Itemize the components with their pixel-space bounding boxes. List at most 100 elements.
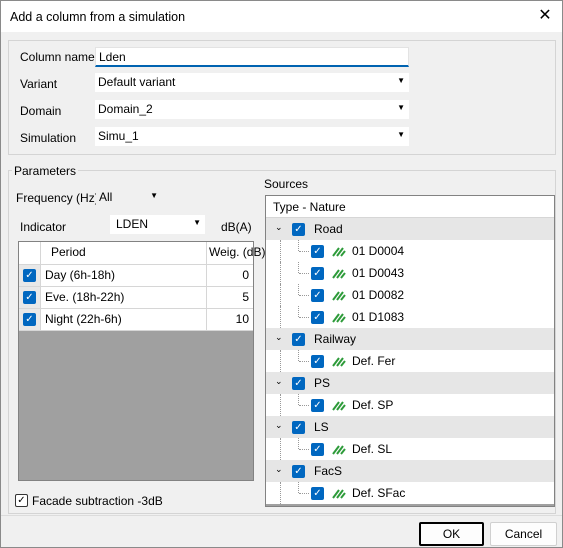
column-name-label: Column name xyxy=(20,50,95,64)
tree-leaf[interactable]: ✓ 01 D0043 xyxy=(266,262,554,284)
chevron-down-icon[interactable]: ⌄ xyxy=(275,464,283,475)
sources-tree[interactable]: Type - Nature ⌄ ✓ Road ✓ 01 D0004 ✓ 01 D0043 ✓ 0… xyxy=(265,195,555,507)
source-hatch-icon xyxy=(332,291,346,301)
dialog-title: Add a column from a simulation xyxy=(10,10,186,24)
chevron-down-icon: ▼ xyxy=(150,191,158,200)
night-check-icon[interactable]: ✓ xyxy=(23,313,36,326)
tree-leaf[interactable]: ✓ 01 D1083 xyxy=(266,306,554,328)
tree-leaf-label: 01 D0082 xyxy=(352,288,405,302)
frequency-value: All xyxy=(99,190,113,204)
tree-leaf-label: Def. SFac xyxy=(352,486,406,500)
domain-value: Domain_2 xyxy=(98,102,153,116)
source-hatch-icon xyxy=(332,269,346,279)
chevron-down-icon: ▼ xyxy=(397,130,405,139)
tree-node-label: FacS xyxy=(314,464,343,478)
chevron-down-icon: ▼ xyxy=(193,218,201,227)
title-bar: Add a column from a simulation ✕ xyxy=(1,1,562,32)
tree-leaf[interactable]: ✓ Def. SL xyxy=(266,438,554,460)
evening-check-icon[interactable]: ✓ xyxy=(23,291,36,304)
domain-label: Domain xyxy=(20,104,62,118)
column-name-input[interactable]: Lden xyxy=(95,47,409,67)
close-icon[interactable]: ✕ xyxy=(534,6,556,26)
sources-title: Sources xyxy=(264,177,309,191)
source-hatch-icon xyxy=(332,401,346,411)
source-hatch-icon xyxy=(332,313,346,323)
tree-leaf-label: 01 D0043 xyxy=(352,266,405,280)
tree-node-label: LS xyxy=(314,420,329,434)
button-separator xyxy=(1,515,562,516)
source-hatch-icon xyxy=(332,489,346,499)
tree-leaf-check-icon[interactable]: ✓ xyxy=(311,399,324,412)
dialog-window: Add a column from a simulation ✕ Column … xyxy=(0,0,563,548)
indicator-label: Indicator xyxy=(20,220,67,234)
chevron-down-icon[interactable]: ⌄ xyxy=(275,376,283,387)
facade-subtraction-checkbox[interactable]: ✓ xyxy=(15,494,28,507)
facade-subtraction-label: Facade subtraction -3dB xyxy=(32,494,163,508)
grid-header: Period Weig. (dB) xyxy=(19,242,265,265)
tree-node-label: Railway xyxy=(314,332,357,346)
frequency-select[interactable]: All ▼ xyxy=(96,188,162,207)
tree-header[interactable]: Type - Nature xyxy=(266,196,554,218)
day-check-icon[interactable]: ✓ xyxy=(23,269,36,282)
grid-cell-weight[interactable]: 0 xyxy=(207,265,253,287)
tree-leaf-check-icon[interactable]: ✓ xyxy=(311,443,324,456)
variant-value: Default variant xyxy=(98,75,176,89)
tree-node[interactable]: ⌄ ✓ FacS xyxy=(266,460,554,482)
tree-leaf-check-icon[interactable]: ✓ xyxy=(311,289,324,302)
tree-node-check-icon[interactable]: ✓ xyxy=(292,377,305,390)
simulation-value: Simu_1 xyxy=(98,129,139,143)
indicator-select[interactable]: LDEN ▼ xyxy=(110,215,205,234)
tree-leaf-label: Def. SP xyxy=(352,398,394,412)
variant-label: Variant xyxy=(20,77,58,91)
chevron-down-icon: ▼ xyxy=(397,76,405,85)
grid-header-weight[interactable]: Weig. (dB) xyxy=(207,242,265,265)
variant-select[interactable]: Default variant ▼ xyxy=(95,73,409,92)
grid-cell-weight[interactable]: 10 xyxy=(207,309,253,331)
chevron-down-icon[interactable]: ⌄ xyxy=(275,420,283,431)
chevron-down-icon[interactable]: ⌄ xyxy=(275,332,283,343)
grid-header-period[interactable]: Period xyxy=(41,242,207,265)
grid-cell-weight[interactable]: 5 xyxy=(207,287,253,309)
tree-node-label: Road xyxy=(314,222,343,236)
source-hatch-icon xyxy=(332,247,346,257)
tree-leaf[interactable]: ✓ Def. SFac xyxy=(266,482,554,504)
tree-leaf-check-icon[interactable]: ✓ xyxy=(311,267,324,280)
unit-label: dB(A) xyxy=(221,220,252,234)
tree-leaf-check-icon[interactable]: ✓ xyxy=(311,311,324,324)
tree-node-check-icon[interactable]: ✓ xyxy=(292,465,305,478)
tree-leaf-check-icon[interactable]: ✓ xyxy=(311,487,324,500)
tree-node[interactable]: ⌄ ✓ PS xyxy=(266,372,554,394)
tree-leaf-check-icon[interactable]: ✓ xyxy=(311,355,324,368)
tree-leaf-label: Def. Fer xyxy=(352,354,396,368)
tree-leaf-check-icon[interactable]: ✓ xyxy=(311,245,324,258)
period-weight-grid: Period Weig. (dB) ✓ Day (6h-18h) 0 ✓ Eve… xyxy=(18,241,265,481)
grid-header-check-cell xyxy=(19,242,41,265)
tree-leaf-label: 01 D0004 xyxy=(352,244,405,258)
simulation-label: Simulation xyxy=(20,131,77,145)
frequency-label: Frequency (Hz) xyxy=(16,191,99,205)
source-hatch-icon xyxy=(332,445,346,455)
chevron-down-icon: ▼ xyxy=(397,103,405,112)
domain-select[interactable]: Domain_2 ▼ xyxy=(95,100,409,119)
parameters-group-title: Parameters xyxy=(12,164,79,178)
cancel-button[interactable]: Cancel xyxy=(490,522,557,546)
tree-empty-area xyxy=(266,504,554,506)
chevron-down-icon[interactable]: ⌄ xyxy=(275,222,283,233)
tree-node[interactable]: ⌄ ✓ Road xyxy=(266,218,554,240)
tree-node-check-icon[interactable]: ✓ xyxy=(292,333,305,346)
tree-node-check-icon[interactable]: ✓ xyxy=(292,223,305,236)
grid-cell-period: Eve. (18h-22h) xyxy=(41,287,207,309)
simulation-select[interactable]: Simu_1 ▼ xyxy=(95,127,409,146)
tree-leaf[interactable]: ✓ 01 D0004 xyxy=(266,240,554,262)
tree-leaf[interactable]: ✓ 01 D0082 xyxy=(266,284,554,306)
tree-leaf[interactable]: ✓ Def. Fer xyxy=(266,350,554,372)
tree-node[interactable]: ⌄ ✓ Railway xyxy=(266,328,554,350)
tree-header-label: Type - Nature xyxy=(273,200,346,214)
tree-node-check-icon[interactable]: ✓ xyxy=(292,421,305,434)
ok-button[interactable]: OK xyxy=(419,522,484,546)
tree-leaf-label: 01 D1083 xyxy=(352,310,405,324)
tree-leaf-label: Def. SL xyxy=(352,442,393,456)
tree-leaf[interactable]: ✓ Def. SP xyxy=(266,394,554,416)
tree-node[interactable]: ⌄ ✓ LS xyxy=(266,416,554,438)
grid-cell-period: Night (22h-6h) xyxy=(41,309,207,331)
